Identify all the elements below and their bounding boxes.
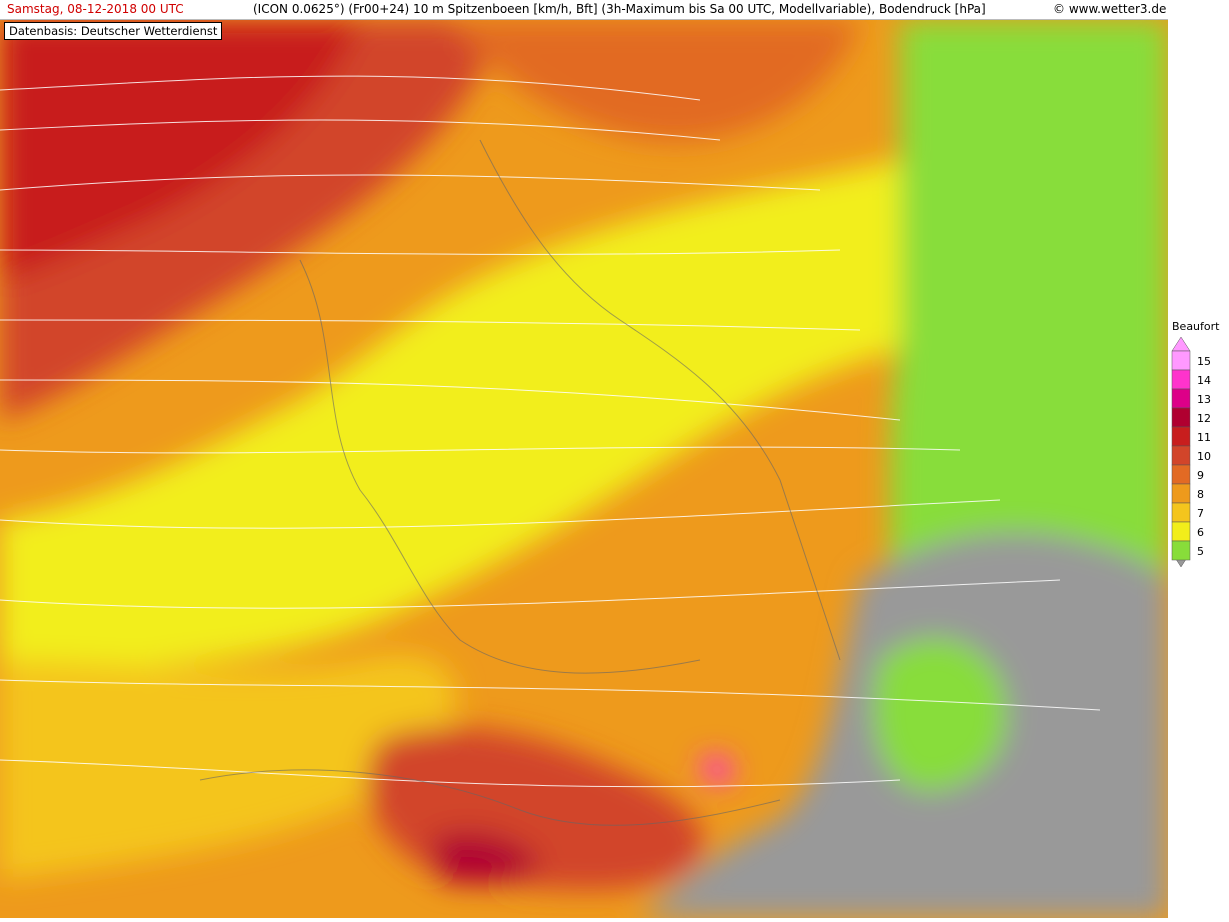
- legend-swatch-6: [1171, 521, 1191, 542]
- legend-swatch-15: [1171, 350, 1191, 371]
- data-source-label: Datenbasis: Deutscher Wetterdienst: [4, 22, 223, 40]
- legend-label-8: 8: [1197, 488, 1204, 501]
- model-description: (ICON 0.0625°) (Fr00+24) 10 m Spitzenboe…: [253, 2, 986, 16]
- legend-swatch-13: [1171, 388, 1191, 409]
- legend-swatch-9: [1171, 464, 1191, 485]
- legend-label-13: 13: [1197, 393, 1211, 406]
- legend-swatch-14: [1171, 369, 1191, 390]
- legend-label-15: 15: [1197, 355, 1211, 368]
- valid-date: Samstag, 08-12-2018 00 UTC: [7, 2, 184, 16]
- legend-label-10: 10: [1197, 450, 1211, 463]
- beaufort-legend: 15 14 13 12 11 10 9 8 7 6 5: [1171, 337, 1211, 568]
- legend-swatch-8: [1171, 483, 1191, 504]
- legend-label-12: 12: [1197, 412, 1211, 425]
- legend-label-7: 7: [1197, 507, 1204, 520]
- legend-label-6: 6: [1197, 526, 1204, 539]
- legend-label-9: 9: [1197, 469, 1204, 482]
- site-credit: © www.wetter3.de: [1053, 2, 1167, 16]
- wind-gust-map: [0, 20, 1168, 918]
- legend-swatch-10: [1171, 445, 1191, 466]
- legend-arrow-top: [1171, 337, 1191, 352]
- legend-swatch-7: [1171, 502, 1191, 523]
- legend-title: Beaufort: [1172, 320, 1220, 333]
- map-header: Samstag, 08-12-2018 00 UTC (ICON 0.0625°…: [0, 0, 1168, 20]
- legend-label-5: 5: [1197, 545, 1204, 558]
- legend-swatch-12: [1171, 407, 1191, 428]
- legend-swatch-5: [1171, 540, 1191, 561]
- legend-swatch-11: [1171, 426, 1191, 447]
- legend-label-14: 14: [1197, 374, 1211, 387]
- legend-label-11: 11: [1197, 431, 1211, 444]
